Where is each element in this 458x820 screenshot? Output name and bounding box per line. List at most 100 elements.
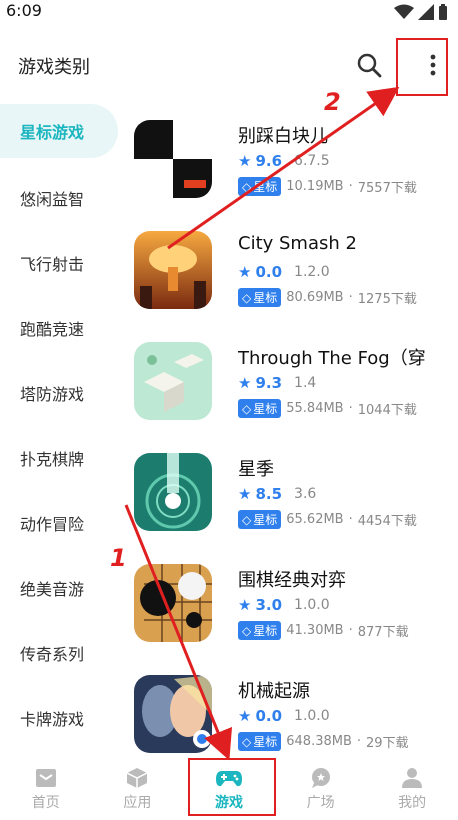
badge-label: 星标 [253,291,278,305]
nav-item-profile[interactable]: 我的 [366,758,458,820]
separator: · [348,512,353,527]
separator: · [348,623,353,638]
nav-label: 应用 [123,794,152,811]
annotation-step-2: 2 [324,88,341,116]
category-item-card-games[interactable]: 卡牌游戏 [0,685,118,750]
annotation-step-1: 1 [110,544,127,572]
star-badge: ◇ 星标 [238,621,282,640]
game-rating: 0.0 [255,707,283,725]
diamond-icon: ◇ [242,623,252,638]
star-icon: ★ [238,263,252,281]
badge-label: 星标 [253,402,278,416]
game-icon-city-smash [134,231,212,309]
meta-row: ◇ 星标 55.84MB · 1044下载 [238,399,417,418]
person-icon [402,767,423,788]
game-size: 41.30MB [286,623,344,638]
star-icon: ★ [238,152,252,170]
rating-row: ★ 3.0 1.0.0 [238,596,330,614]
diamond-icon: ◇ [242,512,252,527]
category-item-music[interactable]: 绝美音游 [0,555,118,620]
star-badge: ◇ 星标 [238,288,282,307]
category-label: 动作冒险 [20,514,85,534]
status-bar: 6:09 [0,0,458,24]
search-icon [357,53,382,78]
game-size: 10.19MB [286,179,344,194]
game-version: 6.7.5 [294,153,330,169]
nav-item-square[interactable]: 广场 [275,758,367,820]
star-icon: ★ [238,707,252,725]
category-item-poker-chess[interactable]: 扑克棋牌 [0,425,118,490]
game-rating: 3.0 [255,596,283,614]
badge-label: 星标 [253,735,278,749]
game-icon-go-chess [134,564,212,642]
game-size: 648.38MB [286,734,352,749]
category-label: 星标游戏 [20,123,85,142]
meta-row: ◇ 星标 80.69MB · 1275下载 [238,288,417,307]
nav-label: 首页 [31,794,60,811]
diamond-icon: ◇ [242,179,252,194]
category-label: 塔防游戏 [20,384,85,404]
diamond-icon: ◇ [242,401,252,416]
game-rating: 0.0 [255,263,283,281]
game-rating: 9.6 [255,152,283,170]
category-item-action-adventure[interactable]: 动作冒险 [0,490,118,555]
rating-row: ★ 0.0 1.0.0 [238,707,330,725]
game-name: City Smash 2 [238,233,357,254]
badge-label: 星标 [253,180,278,194]
home-icon [35,768,56,787]
game-list-item[interactable]: Through The Fog（穿 ★ 9.3 1.4 ◇ 星标 55.84MB ·… [118,322,458,433]
category-item-parkour-racing[interactable]: 跑酷竞速 [0,295,118,360]
nav-item-home[interactable]: 首页 [0,758,92,820]
game-downloads: 1044下载 [357,403,417,418]
category-item-casual-puzzle[interactable]: 悠闲益智 [0,165,118,230]
game-version: 1.0.0 [294,708,330,724]
battery-icon [439,4,447,20]
game-size: 80.69MB [286,290,344,305]
category-item-starred[interactable]: 星标游戏 [0,104,118,158]
highlight-games-tab [188,758,276,816]
game-list-item[interactable]: 围棋经典对弈 ★ 3.0 1.0.0 ◇ 星标 41.30MB · 877下载 [118,544,458,655]
category-label: 卡牌游戏 [20,709,85,729]
game-downloads: 29下载 [366,736,409,751]
nav-label: 广场 [306,794,335,811]
page-title: 游戏类别 [18,57,90,78]
cube-icon [127,767,148,788]
separator: · [348,290,353,305]
game-downloads: 1275下载 [357,292,417,307]
star-icon: ★ [238,596,252,614]
highlight-more-button [396,38,448,96]
star-icon: ★ [238,485,252,503]
star-badge: ◇ 星标 [238,399,282,418]
chat-bubble-icon [311,767,330,788]
game-name: Through The Fog（穿 [238,348,426,369]
game-list-item[interactable]: 星季 ★ 8.5 3.6 ◇ 星标 65.62MB · 4454下载 [118,433,458,544]
separator: · [348,401,353,416]
game-name: 机械起源 [238,681,310,702]
game-icon-mech-origin [134,675,212,753]
star-badge: ◇ 星标 [238,510,282,529]
game-downloads: 7557下载 [357,181,417,196]
game-name: 星季 [238,459,274,480]
star-icon: ★ [238,374,252,392]
category-item-legend-series[interactable]: 传奇系列 [0,620,118,685]
diamond-icon: ◇ [242,734,252,749]
category-label: 跑酷竞速 [20,319,85,339]
search-button[interactable] [354,50,384,80]
wifi-icon [394,4,414,19]
game-list-item[interactable]: City Smash 2 ★ 0.0 1.2.0 ◇ 星标 80.69MB · 127… [118,211,458,322]
star-badge: ◇ 星标 [238,732,282,751]
rating-row: ★ 0.0 1.2.0 [238,263,330,281]
badge-label: 星标 [253,513,278,527]
rating-row: ★ 9.6 6.7.5 [238,152,330,170]
signal-icon [418,4,434,20]
game-list-item[interactable]: 别踩白块儿 ★ 9.6 6.7.5 ◇ 星标 10.19MB · 7557下载 [118,100,458,211]
category-item-flight-shooting[interactable]: 飞行射击 [0,230,118,295]
status-icons [394,4,448,20]
game-list-item[interactable]: 机械起源 ★ 0.0 1.0.0 ◇ 星标 648.38MB · 29下载 [118,655,458,766]
nav-item-apps[interactable]: 应用 [92,758,184,820]
category-item-tower-defense[interactable]: 塔防游戏 [0,360,118,425]
rating-row: ★ 8.5 3.6 [238,485,316,503]
star-badge: ◇ 星标 [238,177,282,196]
meta-row: ◇ 星标 41.30MB · 877下载 [238,621,409,640]
category-label: 扑克棋牌 [20,449,85,469]
